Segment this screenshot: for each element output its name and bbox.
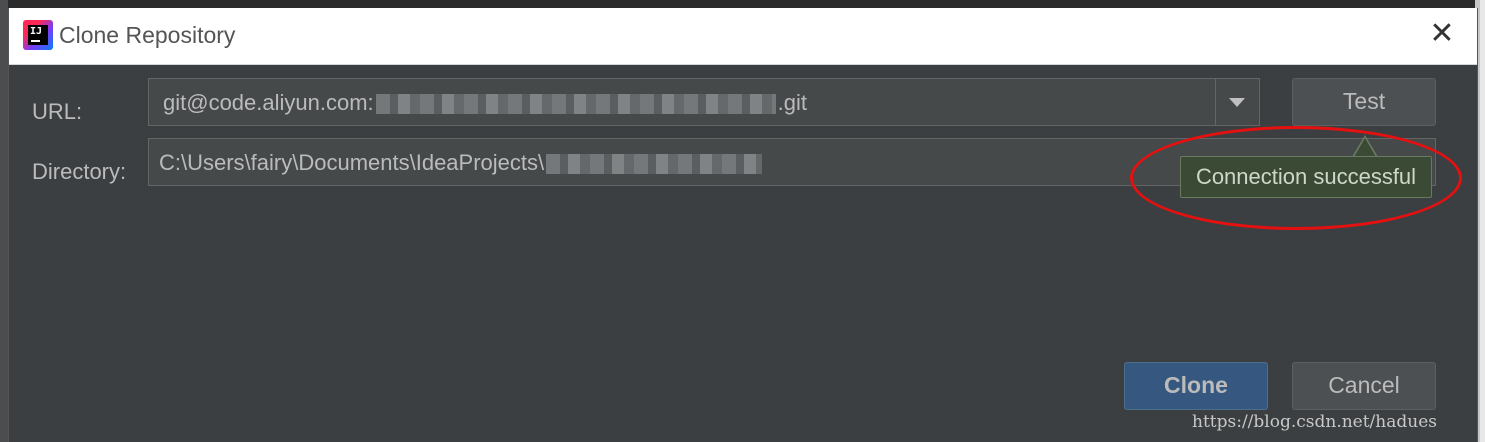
chevron-down-icon	[1229, 98, 1245, 107]
url-label: URL:	[32, 99, 83, 124]
title-bar: IJ Clone Repository ✕	[9, 8, 1477, 65]
url-dropdown-button[interactable]	[1215, 79, 1259, 125]
directory-value: C:\Users\fairy\Documents\IdeaProjects\	[159, 150, 545, 175]
redacted-url-part	[375, 94, 776, 115]
annotation-circle	[1130, 126, 1462, 230]
redacted-directory-part	[546, 154, 763, 175]
url-input[interactable]: git@code.aliyun.com: .git	[163, 90, 807, 116]
background-window	[0, 0, 1485, 8]
close-icon[interactable]: ✕	[1427, 19, 1457, 50]
cancel-button[interactable]: Cancel	[1292, 362, 1436, 410]
directory-label: Directory:	[32, 159, 127, 184]
directory-input[interactable]: C:\Users\fairy\Documents\IdeaProjects\	[159, 150, 764, 176]
background-left-edge	[0, 0, 8, 442]
url-combobox[interactable]: git@code.aliyun.com: .git	[148, 78, 1260, 126]
url-value-suffix: .git	[777, 90, 808, 115]
test-button[interactable]: Test	[1292, 78, 1436, 126]
watermark: https://blog.csdn.net/hadues	[1192, 412, 1437, 432]
intellij-idea-icon: IJ	[23, 20, 53, 50]
url-value-prefix: git@code.aliyun.com:	[163, 90, 374, 115]
dialog-title: Clone Repository	[59, 22, 236, 48]
clone-button[interactable]: Clone	[1124, 362, 1268, 410]
